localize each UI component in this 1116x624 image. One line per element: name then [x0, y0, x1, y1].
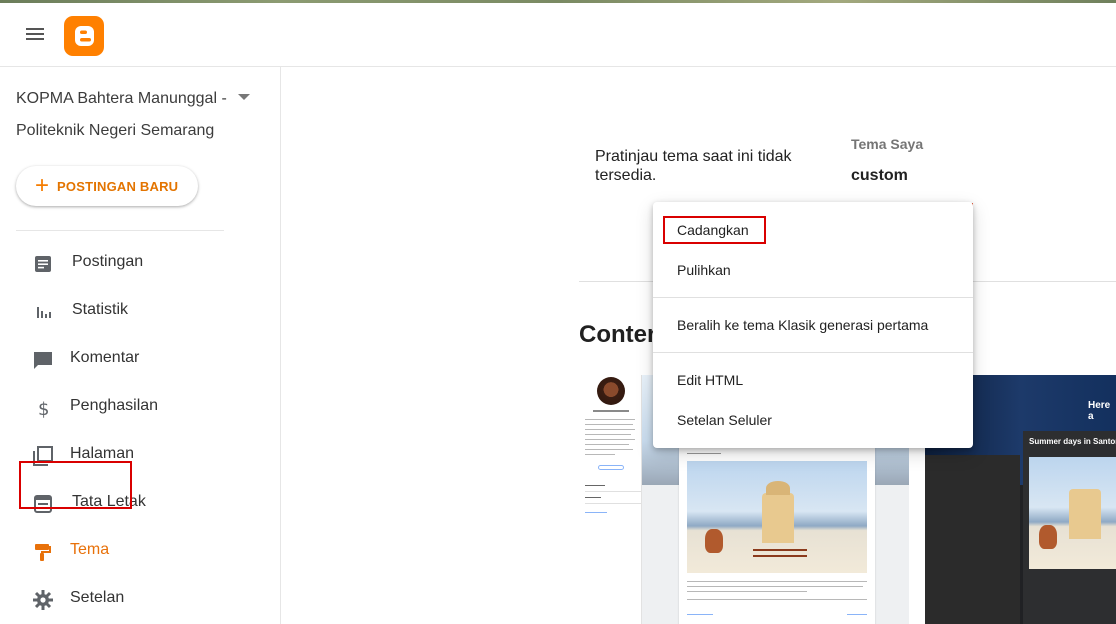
menu-divider: [653, 297, 973, 298]
sidebar-item-postingan[interactable]: Postingan: [0, 241, 260, 285]
svg-text:$: $: [38, 399, 49, 419]
dollar-icon: $: [38, 399, 49, 419]
menu-item-pulihkan[interactable]: Pulihkan: [653, 250, 973, 290]
theme-paint-roller-icon: [35, 544, 51, 561]
sidebar-item-label: Statistik: [72, 301, 129, 318]
new-post-button[interactable]: + POSTINGAN BARU: [16, 166, 198, 206]
thumbnail-post-card: [679, 447, 875, 624]
new-post-label: POSTINGAN BARU: [57, 178, 179, 194]
thumbnail-hero-text: Here a: [1088, 400, 1111, 422]
menu-divider: [653, 352, 973, 353]
top-app-bar: [0, 3, 1116, 67]
sidebar-divider: [16, 230, 224, 231]
sidebar-item-setelan[interactable]: Setelan: [0, 577, 260, 621]
thumbnail-post-photo: [1029, 457, 1116, 569]
preview-unavailable-text: Pratinjau tema saat ini tidak tersedia.: [595, 148, 792, 184]
gear-icon: [33, 590, 53, 610]
thumbnail-profile-sidebar: [579, 375, 642, 624]
sidebar: KOPMA Bahtera Manunggal - Politeknik Neg…: [0, 67, 281, 624]
sidebar-item-label: Postingan: [72, 253, 144, 270]
blog-title[interactable]: KOPMA Bahtera Manunggal - Politeknik Neg…: [16, 83, 236, 147]
thumbnail-sidebar-dark: [925, 455, 1020, 624]
sidebar-item-label: Setelan: [70, 589, 125, 606]
thumbnail-post-photo: [687, 461, 867, 573]
thumbnail-post-card: Summer days in Santorini: [1023, 431, 1116, 624]
stats-icon: [37, 307, 51, 318]
cadangkan-highlight-box: [663, 216, 766, 244]
hamburger-menu-icon[interactable]: [24, 25, 46, 45]
sidebar-item-label: Penghasilan: [70, 397, 159, 414]
thumbnail-post-title: Summer days in Santorini: [1029, 437, 1116, 446]
sidebar-item-statistik[interactable]: Statistik: [0, 289, 260, 333]
sidebar-item-komentar[interactable]: Komentar: [0, 337, 260, 381]
blogger-logo-icon[interactable]: [64, 16, 104, 56]
tema-highlight-box: [19, 461, 132, 509]
menu-item-edit-html[interactable]: Edit HTML: [653, 360, 973, 400]
sidebar-item-label: Tema: [70, 541, 110, 558]
posts-icon: [35, 256, 51, 272]
plus-icon: +: [35, 172, 50, 199]
menu-item-switch-classic-theme[interactable]: Beralih ke tema Klasik generasi pertama: [653, 305, 973, 345]
menu-item-mobile-settings[interactable]: Setelan Seluler: [653, 400, 973, 440]
sidebar-item-label: Komentar: [70, 349, 140, 366]
avatar: [597, 377, 625, 405]
comment-icon: [34, 352, 52, 369]
sidebar-item-penghasilan[interactable]: $ Penghasilan: [0, 385, 260, 429]
blog-switcher-chevron-down-icon[interactable]: [238, 94, 250, 100]
my-theme-label: Tema Saya: [851, 136, 924, 152]
my-theme-name: custom: [851, 167, 908, 184]
sidebar-item-tema[interactable]: Tema: [0, 529, 260, 573]
section-heading: Conten: [579, 321, 662, 348]
